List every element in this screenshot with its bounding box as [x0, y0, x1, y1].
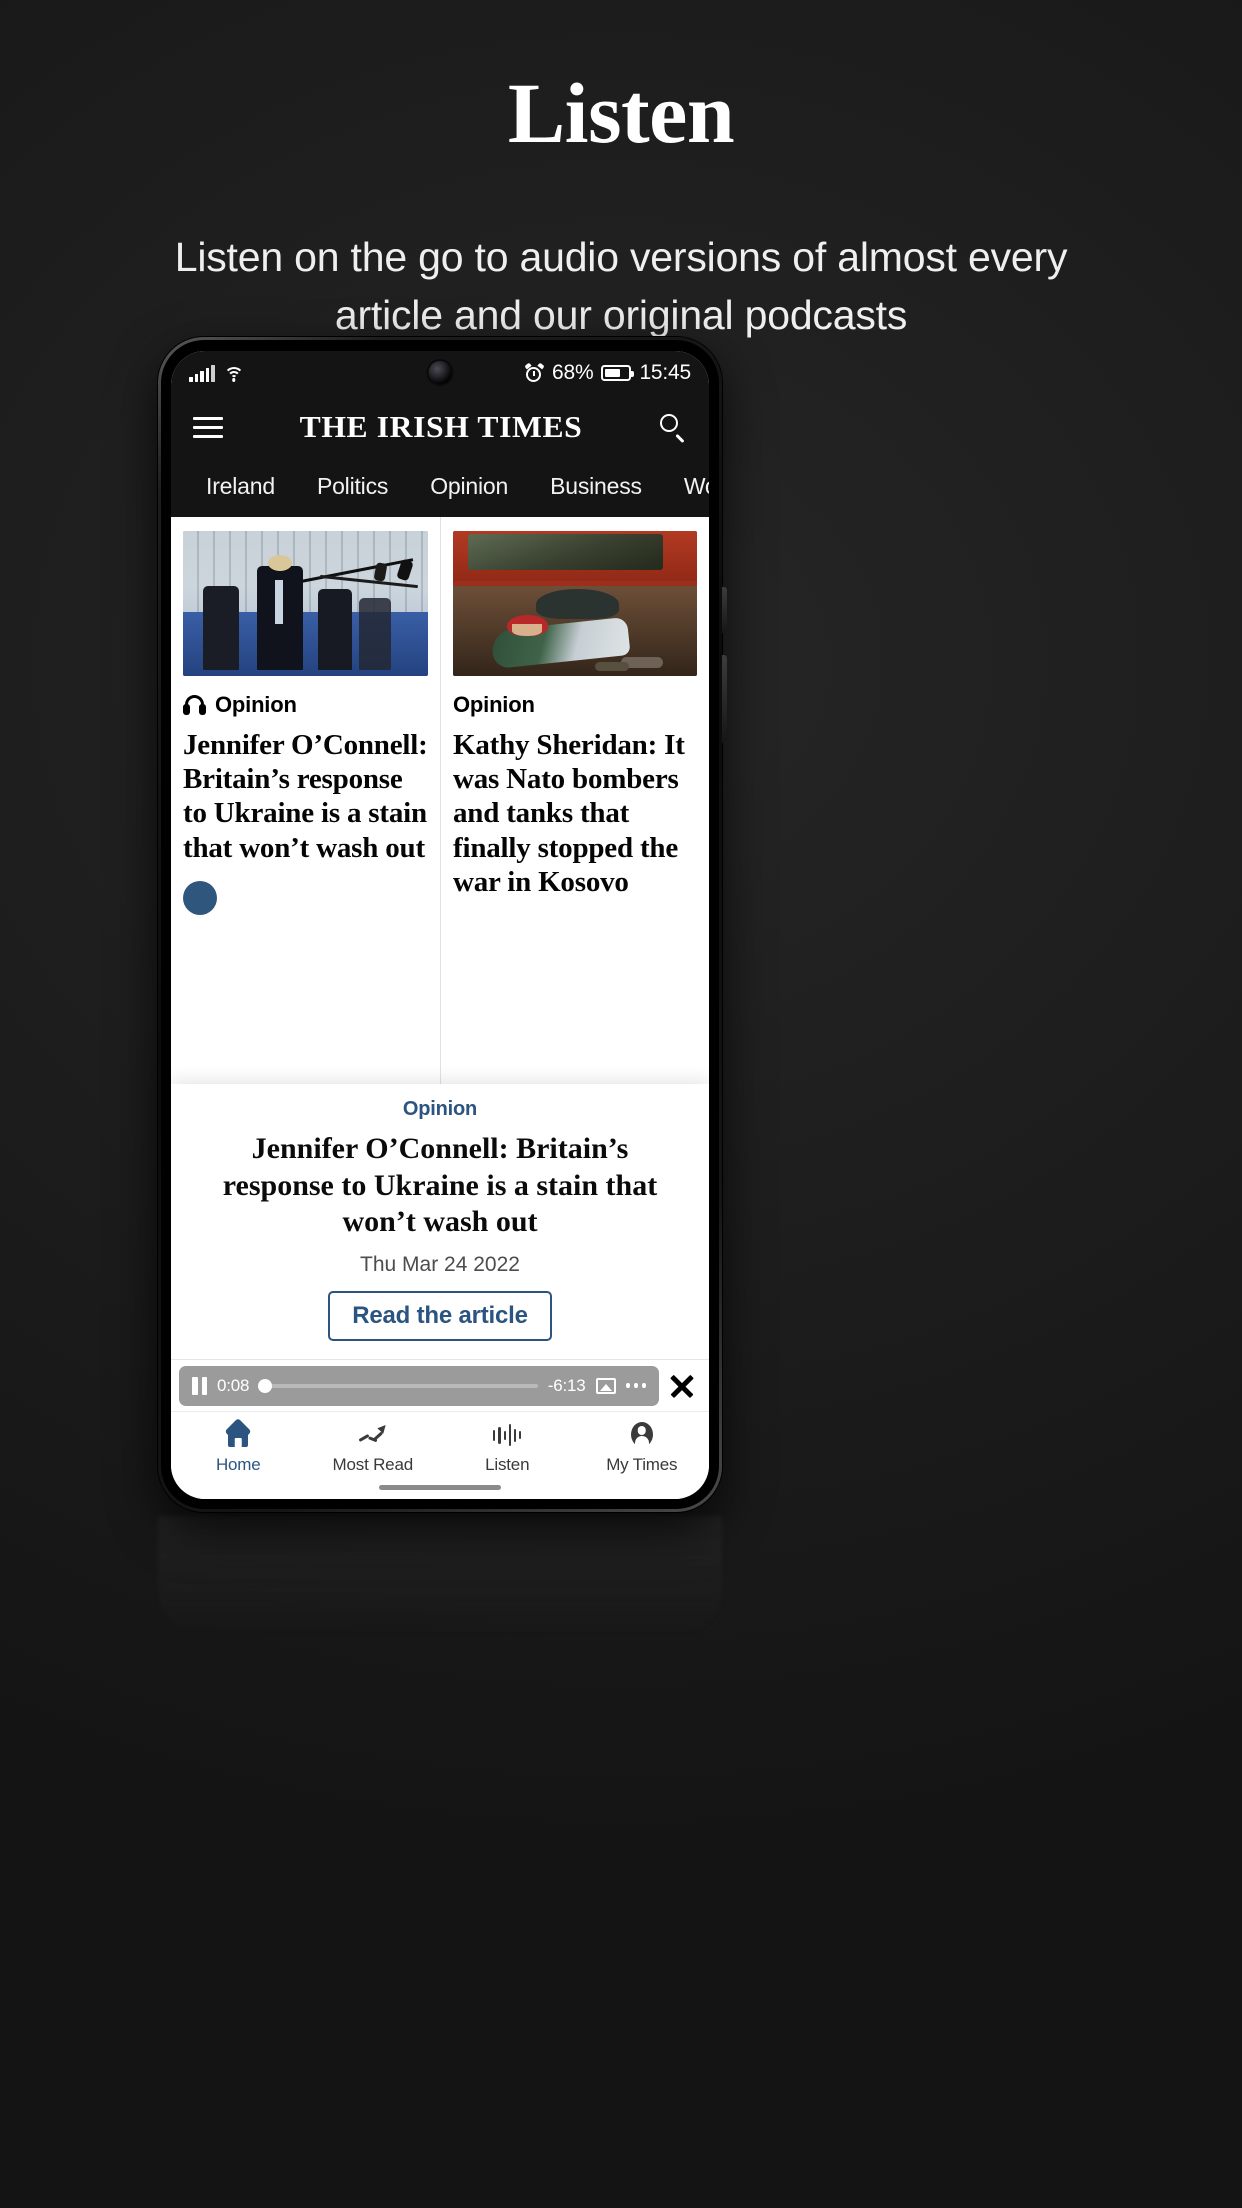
article-feed: Opinion Jennifer O’Connell: Britain’s re… [171, 517, 709, 1119]
more-options-icon[interactable] [625, 1383, 646, 1388]
article-card[interactable]: Opinion Jennifer O’Connell: Britain’s re… [171, 517, 440, 1119]
tab-world[interactable]: World [663, 473, 709, 500]
alarm-clock-icon [524, 362, 545, 383]
tab-politics[interactable]: Politics [296, 473, 409, 500]
nav-label-listen: Listen [485, 1455, 530, 1474]
app-header: THE IRISH TIMES [171, 395, 709, 459]
scrubber-knob[interactable] [257, 1378, 272, 1393]
nav-label-my-times: My Times [606, 1455, 678, 1474]
trending-up-icon [358, 1422, 389, 1448]
player-controls-pill: 0:08 -6:13 [179, 1365, 659, 1406]
now-playing-date: Thu Mar 24 2022 [360, 1253, 520, 1276]
tab-ireland[interactable]: Ireland [185, 473, 296, 500]
category-tab-bar[interactable]: Ireland Politics Opinion Business World [171, 459, 709, 517]
article-kicker-row: Opinion [453, 692, 697, 718]
close-icon[interactable] [669, 1373, 695, 1399]
article-kicker: Opinion [215, 692, 297, 717]
now-playing-title: Jennifer O’Connell: Britain’s response t… [222, 1132, 658, 1239]
nav-item-most-read[interactable]: Most Read [306, 1422, 441, 1475]
avatar [183, 880, 217, 915]
kosovo-refugees-tractor-photo[interactable] [453, 531, 697, 676]
pause-icon[interactable] [192, 1376, 207, 1395]
tab-business[interactable]: Business [529, 473, 663, 500]
search-icon[interactable] [659, 413, 687, 444]
headphones-icon [183, 695, 206, 715]
nav-label-most-read: Most Read [332, 1455, 414, 1474]
promo-screenshot: Listen Listen on the go to audio version… [0, 0, 1242, 2208]
wifi-icon [223, 366, 244, 382]
now-playing-panel: Opinion Jennifer O’Connell: Britain’s re… [171, 1084, 709, 1359]
elapsed-time: 0:08 [217, 1375, 250, 1395]
article-headline[interactable]: Jennifer O’Connell: Britain’s response t… [183, 728, 428, 865]
status-bar-right: 68% 15:45 [524, 361, 691, 385]
promo-subtitle: Listen on the go to audio versions of al… [174, 234, 1068, 339]
battery-percent-label: 68% [552, 361, 594, 384]
nav-item-my-times[interactable]: My Times [575, 1422, 710, 1475]
front-camera-punch-hole [428, 361, 452, 384]
nav-item-listen[interactable]: Listen [440, 1422, 575, 1475]
remaining-time: -6:13 [547, 1375, 586, 1395]
phone-power-button [722, 655, 727, 743]
phone-reflection [158, 1516, 722, 1636]
article-card[interactable]: Opinion Kathy Sheridan: It was Nato bomb… [440, 517, 709, 1119]
audio-waveform-icon [493, 1422, 522, 1448]
phone-screen: 68% 15:45 THE IRISH TIMES Ireland Politi… [171, 351, 709, 1499]
article-headline[interactable]: Kathy Sheridan: It was Nato bombers and … [453, 728, 697, 899]
clock-label: 15:45 [639, 361, 691, 384]
phone-bezel: 68% 15:45 THE IRISH TIMES Ireland Politi… [161, 340, 719, 1509]
status-bar: 68% 15:45 [171, 351, 709, 395]
article-byline [183, 880, 428, 915]
mini-audio-player: 0:08 -6:13 [171, 1359, 709, 1411]
battery-icon [601, 365, 635, 381]
person-account-icon [628, 1422, 656, 1448]
phone-frame: 68% 15:45 THE IRISH TIMES Ireland Politi… [158, 337, 727, 1512]
promo-title: Listen [507, 65, 735, 161]
progress-scrubber[interactable] [257, 1378, 538, 1393]
bottom-navigation-bar: Home Most Read Listen My Times [171, 1411, 709, 1499]
cellular-signal-icon [189, 364, 215, 382]
nav-item-home[interactable]: Home [171, 1418, 306, 1475]
status-bar-left [189, 364, 244, 382]
masthead-title: THE IRISH TIMES [299, 409, 583, 444]
home-icon [224, 1418, 252, 1448]
phone-volume-button [722, 587, 727, 633]
tab-opinion[interactable]: Opinion [409, 473, 529, 500]
article-kicker: Opinion [453, 692, 535, 717]
gesture-home-indicator[interactable] [379, 1485, 501, 1490]
now-playing-kicker: Opinion [402, 1098, 478, 1121]
read-the-article-button[interactable]: Read the article [328, 1291, 552, 1341]
cast-icon[interactable] [595, 1377, 616, 1394]
nav-label-home: Home [215, 1455, 261, 1474]
article-kicker-row: Opinion [183, 692, 428, 718]
boris-johnson-press-conference-photo[interactable] [183, 531, 428, 676]
